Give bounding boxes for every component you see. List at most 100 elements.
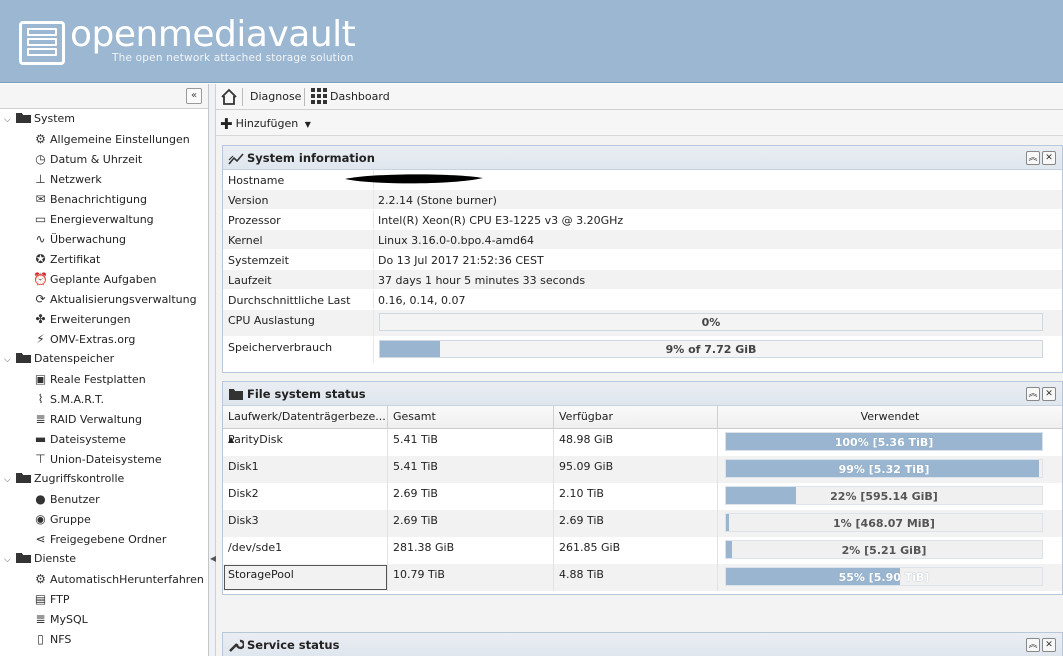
sidebar-item[interactable]: ▯ NFS [0,629,208,649]
sidebar-item[interactable]: ≣ RAID Verwaltung [0,409,208,429]
sidebar-category-0[interactable]: ⌵ System [0,109,208,129]
puzzle-icon: ✤ [35,312,46,326]
table-row[interactable]: /dev/sde1 281.38 GiB 261.85 GiB 2% [5.21 Gi… [223,537,1062,564]
collapse-panel-icon[interactable]: ︽ [1026,387,1040,401]
sidebar-item[interactable]: ⚙ AutomatischHerunterfahren [0,569,208,589]
sidebar-item[interactable]: ⚙ Allgemeine Einstellungen [0,129,208,149]
sidebar-item[interactable]: ⟳ Aktualisierungsverwaltung [0,289,208,309]
sidebar-item-label: RAID Verwaltung [50,413,142,426]
sidebar-item[interactable]: ⊥ Netzwerk [0,169,208,189]
column-header-device[interactable]: Laufwerk/Datenträgerbeze... ▲ [223,406,388,444]
sidebar-item[interactable]: ⌇ S.M.A.R.T. [0,389,208,409]
tree-icon: ⊤ [35,452,46,466]
cpu-usage-row: CPU Auslastung 0% [223,310,1062,337]
sidebar-category-3[interactable]: ⌵ Dienste [0,549,208,569]
close-panel-icon[interactable]: ✕ [1042,151,1056,165]
sidebar-category-1[interactable]: ⌵ Datenspeicher [0,349,208,369]
info-label: Prozessor [228,214,281,227]
close-panel-icon[interactable]: ✕ [1042,638,1056,652]
clock-icon: ◷ [35,152,46,166]
cell-available: 4.88 TiB [554,564,718,591]
home-icon[interactable] [220,88,238,106]
table-row[interactable]: StoragePool 10.79 TiB 4.88 TiB 55% [5.90 Ti… [223,564,1062,591]
expand-toggle-icon[interactable]: ⌵ [4,470,16,490]
sidebar-item-label: Überwachung [50,233,127,246]
info-row: Laufzeit 37 days 1 hour 5 minutes 33 seco… [223,270,1062,290]
used-progress-bar: 55% [5.90 TiB] [725,567,1043,586]
collapse-panel-icon[interactable]: ︽ [1026,638,1040,652]
column-header-used[interactable]: Verwendet [718,406,1062,429]
sidebar-item-label: MySQL [50,613,88,626]
breadcrumb-dashboard[interactable]: Dashboard [330,90,390,103]
sidebar-splitter[interactable]: ◀ [209,84,216,656]
sidebar-item[interactable]: ✤ Erweiterungen [0,309,208,329]
app-header: openmediavault The open network attached… [0,0,1063,83]
cell-device[interactable]: Disk1 [223,456,388,483]
expand-toggle-icon[interactable]: ⌵ [4,110,16,130]
cell-total: 5.41 TiB [388,456,554,483]
expand-toggle-icon[interactable]: ⌵ [4,350,16,370]
database-icon: ≣ [35,412,46,426]
collapse-panel-icon[interactable]: ︽ [1026,151,1040,165]
column-header-total[interactable]: Gesamt [388,406,554,429]
breadcrumb-diagnose[interactable]: Diagnose [250,90,301,103]
sidebar-item[interactable]: ✉ Benachrichtigung [0,189,208,209]
expand-toggle-icon[interactable]: ⌵ [4,550,16,570]
sidebar-item-label: OMV-Extras.org [50,333,136,346]
share-icon: ⋖ [35,532,46,546]
info-value: Intel(R) Xeon(R) CPU E3-1225 v3 @ 3.20GH… [378,214,624,227]
table-row[interactable]: ParityDisk 5.41 TiB 48.98 GiB 100% [5.36 Ti… [223,429,1062,456]
cell-available: 2.10 TiB [554,483,718,510]
sidebar-category-2[interactable]: ⌵ Zugriffskontrolle [0,469,208,489]
chart-icon: ∿ [35,232,46,246]
cell-device[interactable]: /dev/sde1 [223,537,388,564]
cell-device[interactable]: ParityDisk [223,429,388,456]
table-row[interactable]: Disk3 2.69 TiB 2.69 TiB 1% [468.07 MiB] [223,510,1062,537]
sidebar-item-label: Union-Dateisysteme [50,453,162,466]
sidebar-item[interactable]: ◉ Gruppe [0,509,208,529]
sidebar-item[interactable]: ⚡ OMV-Extras.org [0,329,208,349]
cell-available: 261.85 GiB [554,537,718,564]
used-progress-bar: 22% [595.14 GiB] [725,486,1043,505]
group-icon: ◉ [35,512,46,526]
sidebar-item[interactable]: ▣ Reale Festplatten [0,369,208,389]
info-value: Do 13 Jul 2017 21:52:36 CEST [378,254,544,267]
sidebar-item[interactable]: ▭ Energieverwaltung [0,209,208,229]
sidebar-item[interactable]: ⊤ Union-Dateisysteme [0,449,208,469]
progress-text: 0% [701,316,721,329]
sidebar-item[interactable]: ▤ FTP [0,589,208,609]
sidebar-category-label: Dienste [34,552,77,565]
dashboard-toolbar: ✚ Hinzufügen ▼ [216,110,1063,136]
cell-total: 2.69 TiB [388,483,554,510]
sidebar-item[interactable]: ≣ MySQL [0,609,208,629]
table-row[interactable]: Disk2 2.69 TiB 2.10 TiB 22% [595.14 GiB] [223,483,1062,510]
sidebar-item-label: Dateisysteme [50,433,126,446]
cell-device[interactable]: Disk3 [223,510,388,537]
sidebar-item[interactable]: ▬ Dateisysteme [0,429,208,449]
cell-device[interactable]: Disk2 [223,483,388,510]
cell-total: 281.38 GiB [388,537,554,564]
network-icon: ⊥ [35,172,46,186]
brand-tagline: The open network attached storage soluti… [112,52,354,64]
column-header-available[interactable]: Verfügbar [554,406,718,429]
sidebar-item[interactable]: ⏰ Geplante Aufgaben [0,269,208,289]
add-widget-button[interactable]: ✚ Hinzufügen ▼ [220,115,311,133]
folder-icon [229,389,243,400]
info-value: Linux 3.16.0-0.bpo.4-amd64 [378,234,534,247]
sidebar-item-label: Netzwerk [50,173,102,186]
cell-device[interactable]: StoragePool [223,564,388,591]
info-label: Version [228,194,269,207]
collapse-sidebar-button[interactable]: « [186,88,202,104]
sidebar-item[interactable]: ◷ Datum & Uhrzeit [0,149,208,169]
cell-total: 5.41 TiB [388,429,554,456]
table-row[interactable]: Disk1 5.41 TiB 95.09 GiB 99% [5.32 TiB] [223,456,1062,483]
sidebar-item-label: S.M.A.R.T. [50,393,104,406]
cell-available: 48.98 GiB [554,429,718,456]
close-panel-icon[interactable]: ✕ [1042,387,1056,401]
sidebar-item[interactable]: ✪ Zertifikat [0,249,208,269]
sidebar-item[interactable]: ● Benutzer [0,489,208,509]
sidebar-item[interactable]: ⋖ Freigegebene Ordner [0,529,208,549]
sidebar-item[interactable]: ∿ Überwachung [0,229,208,249]
sidebar-item-label: Erweiterungen [50,313,131,326]
info-row: Hostname [223,170,1062,190]
